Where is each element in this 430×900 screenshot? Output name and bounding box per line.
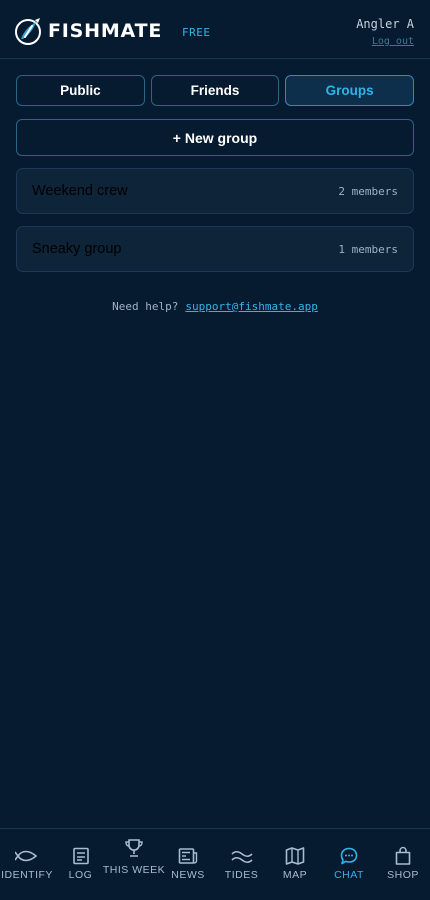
waves-icon <box>231 850 253 864</box>
support-email-link[interactable]: support@fishmate.app <box>185 300 317 313</box>
tab-friends[interactable]: Friends <box>150 75 280 106</box>
user-name: Angler A <box>356 17 414 31</box>
tab-groups[interactable]: Groups <box>285 75 415 106</box>
chat-scope-tabs: Public Friends Groups <box>16 75 415 106</box>
nav-tides[interactable]: TIDES <box>215 829 268 900</box>
bottom-nav: IDENTIFY LOG THIS WEEK NEWS TIDES MAP CH… <box>0 828 430 900</box>
shopping-bag-icon <box>395 846 411 865</box>
brand-name: FISHMATE <box>48 20 163 42</box>
help-label: Need help? <box>112 300 179 313</box>
newspaper-icon <box>178 848 198 864</box>
plan-badge: FREE <box>182 26 211 39</box>
fishmate-logo-icon <box>15 18 41 45</box>
nav-shop[interactable]: SHOP <box>376 829 430 900</box>
nav-map[interactable]: MAP <box>268 829 322 900</box>
help-text: Need help? support@fishmate.app <box>0 300 430 313</box>
group-name: Weekend crew <box>32 183 128 199</box>
group-name: Sneaky group <box>32 241 122 257</box>
tab-public[interactable]: Public <box>16 75 145 106</box>
group-member-count: 2 members <box>338 184 398 198</box>
notebook-icon <box>73 847 89 865</box>
new-group-button[interactable]: + New group <box>16 119 414 156</box>
nav-label: SHOP <box>387 869 419 881</box>
nav-identify[interactable]: IDENTIFY <box>0 829 54 900</box>
chat-bubble-icon <box>340 847 358 865</box>
nav-news[interactable]: NEWS <box>161 829 215 900</box>
app-header: FISHMATE FREE Angler A Log out <box>0 0 430 59</box>
nav-chat[interactable]: CHAT <box>322 829 376 900</box>
group-item[interactable]: Weekend crew 2 members <box>16 168 414 214</box>
fish-icon <box>15 850 38 862</box>
logout-link[interactable]: Log out <box>372 36 414 47</box>
nav-this-week[interactable]: THIS WEEK <box>103 829 165 900</box>
trophy-icon <box>125 839 143 857</box>
group-item[interactable]: Sneaky group 1 members <box>16 226 414 272</box>
group-list: Weekend crew 2 members Sneaky group 1 me… <box>16 168 414 284</box>
map-icon <box>285 847 305 865</box>
group-member-count: 1 members <box>338 242 398 256</box>
